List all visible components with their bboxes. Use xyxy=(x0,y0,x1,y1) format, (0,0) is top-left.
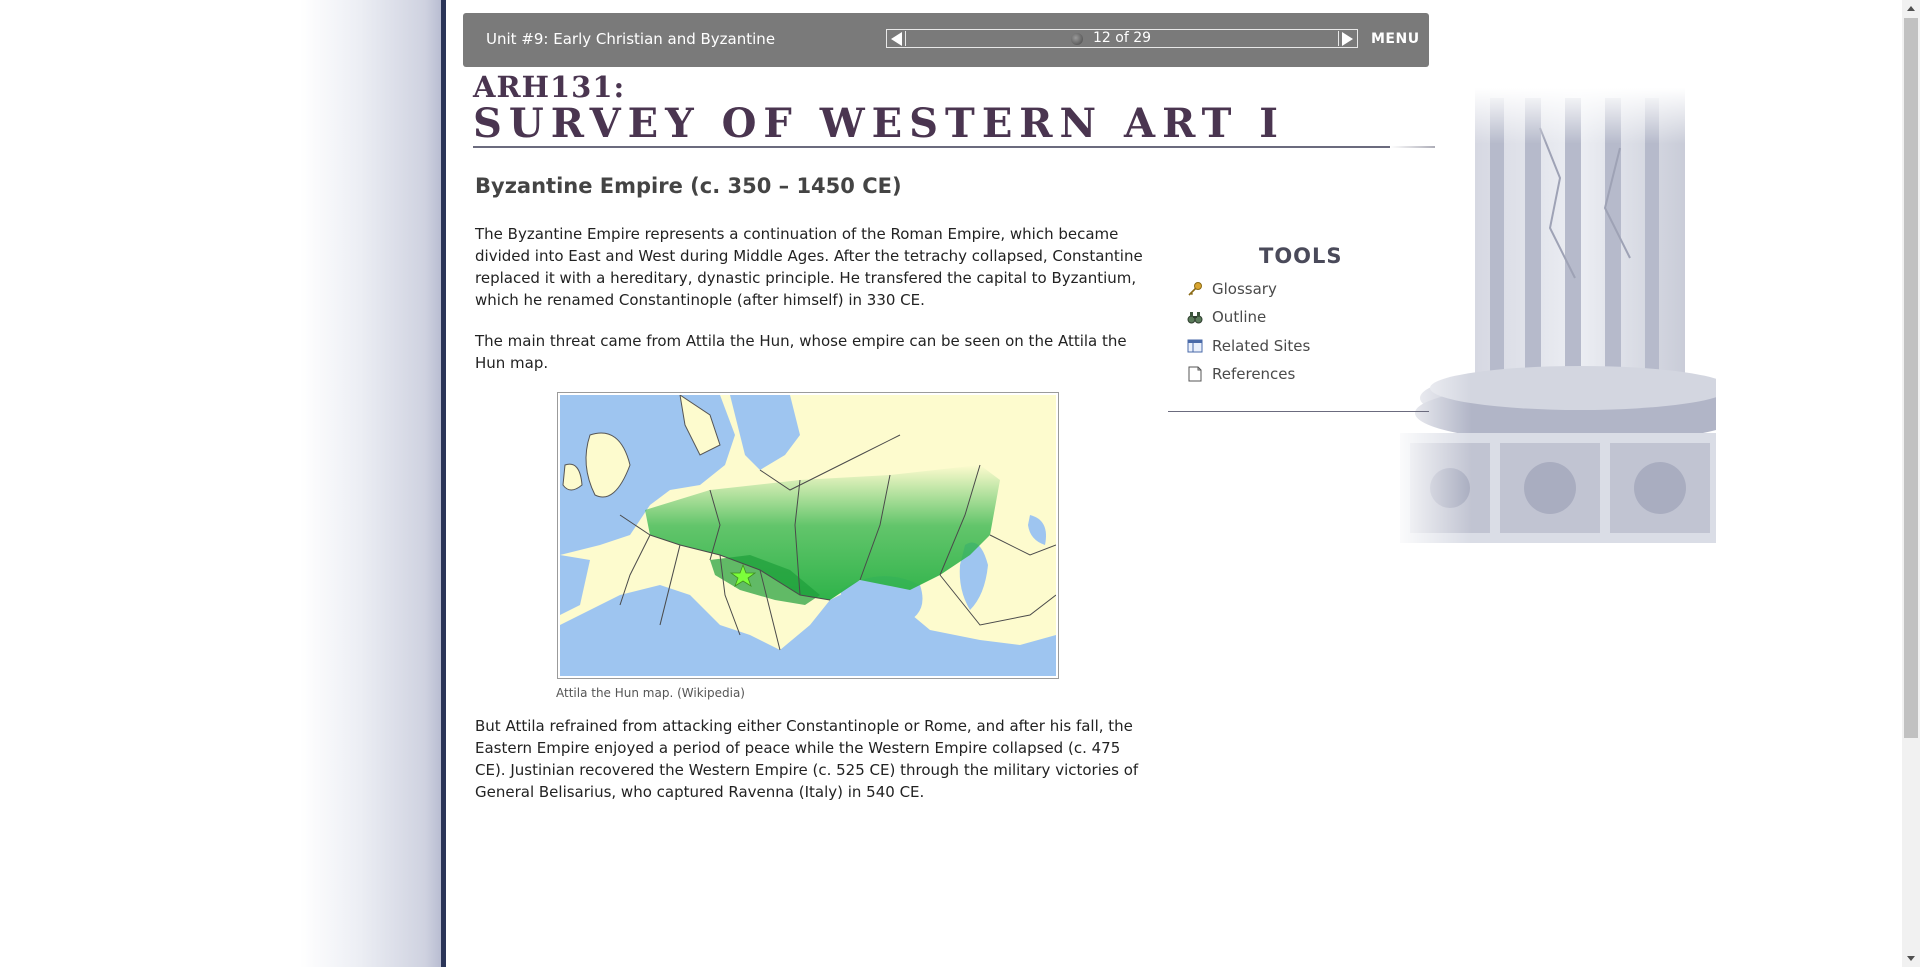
intro-paragraph: The Byzantine Empire represents a contin… xyxy=(475,225,1143,309)
course-name: SURVEY OF WESTERN ART I xyxy=(473,100,1286,147)
tool-related-sites-link[interactable]: Related Sites xyxy=(1187,337,1310,355)
vertical-scrollbar[interactable] xyxy=(1902,0,1920,967)
slider-knob[interactable] xyxy=(1071,33,1083,45)
tool-label: Glossary xyxy=(1212,280,1277,298)
tool-label: References xyxy=(1212,365,1296,383)
triangle-right-icon xyxy=(1342,32,1353,46)
menu-button[interactable]: MENU xyxy=(1371,31,1420,47)
page-slider[interactable]: 12 of 29 xyxy=(886,29,1358,48)
attila-map-image xyxy=(557,392,1059,679)
scroll-up-button[interactable] xyxy=(1902,0,1920,17)
key-icon xyxy=(1188,282,1202,296)
tool-references-link[interactable]: References xyxy=(1187,365,1295,383)
triangle-left-icon xyxy=(891,32,902,46)
window-icon xyxy=(1187,339,1203,353)
next-page-button[interactable] xyxy=(1338,31,1355,46)
header-divider xyxy=(473,146,1435,148)
scroll-thumb[interactable] xyxy=(1904,18,1918,738)
arrow-up-icon xyxy=(1907,6,1915,11)
document-icon xyxy=(1188,366,1202,382)
scroll-down-button[interactable] xyxy=(1902,950,1920,967)
page-counter: 12 of 29 xyxy=(1093,30,1152,46)
threat-paragraph: The main threat came from Attila the Hun… xyxy=(475,332,1127,372)
column-illustration xyxy=(1390,88,1716,554)
page-title: Byzantine Empire (c. 350 – 1450 CE) xyxy=(475,174,902,198)
attila-aftermath-paragraph: But Attila refrained from attacking eith… xyxy=(475,717,1139,801)
arrow-down-icon xyxy=(1907,956,1915,961)
left-gradient-panel xyxy=(0,0,441,967)
tool-label: Related Sites xyxy=(1212,337,1311,355)
unit-navigation-bar: Unit #9: Early Christian and Byzantine 1… xyxy=(463,13,1429,67)
previous-page-button[interactable] xyxy=(889,31,906,46)
tools-divider xyxy=(1168,411,1429,412)
europe-map-graphic xyxy=(560,393,1057,676)
binoculars-icon xyxy=(1187,312,1203,324)
left-border-rule xyxy=(441,0,446,967)
tool-label: Outline xyxy=(1212,308,1267,326)
unit-title: Unit #9: Early Christian and Byzantine xyxy=(486,30,776,48)
tools-heading: TOOLS xyxy=(1259,244,1343,268)
tool-glossary-link[interactable]: Glossary xyxy=(1187,280,1277,298)
tool-outline-link[interactable]: Outline xyxy=(1187,308,1266,326)
course-code: ARH131: xyxy=(473,70,626,104)
map-caption: Attila the Hun map. (Wikipedia) xyxy=(556,686,745,700)
